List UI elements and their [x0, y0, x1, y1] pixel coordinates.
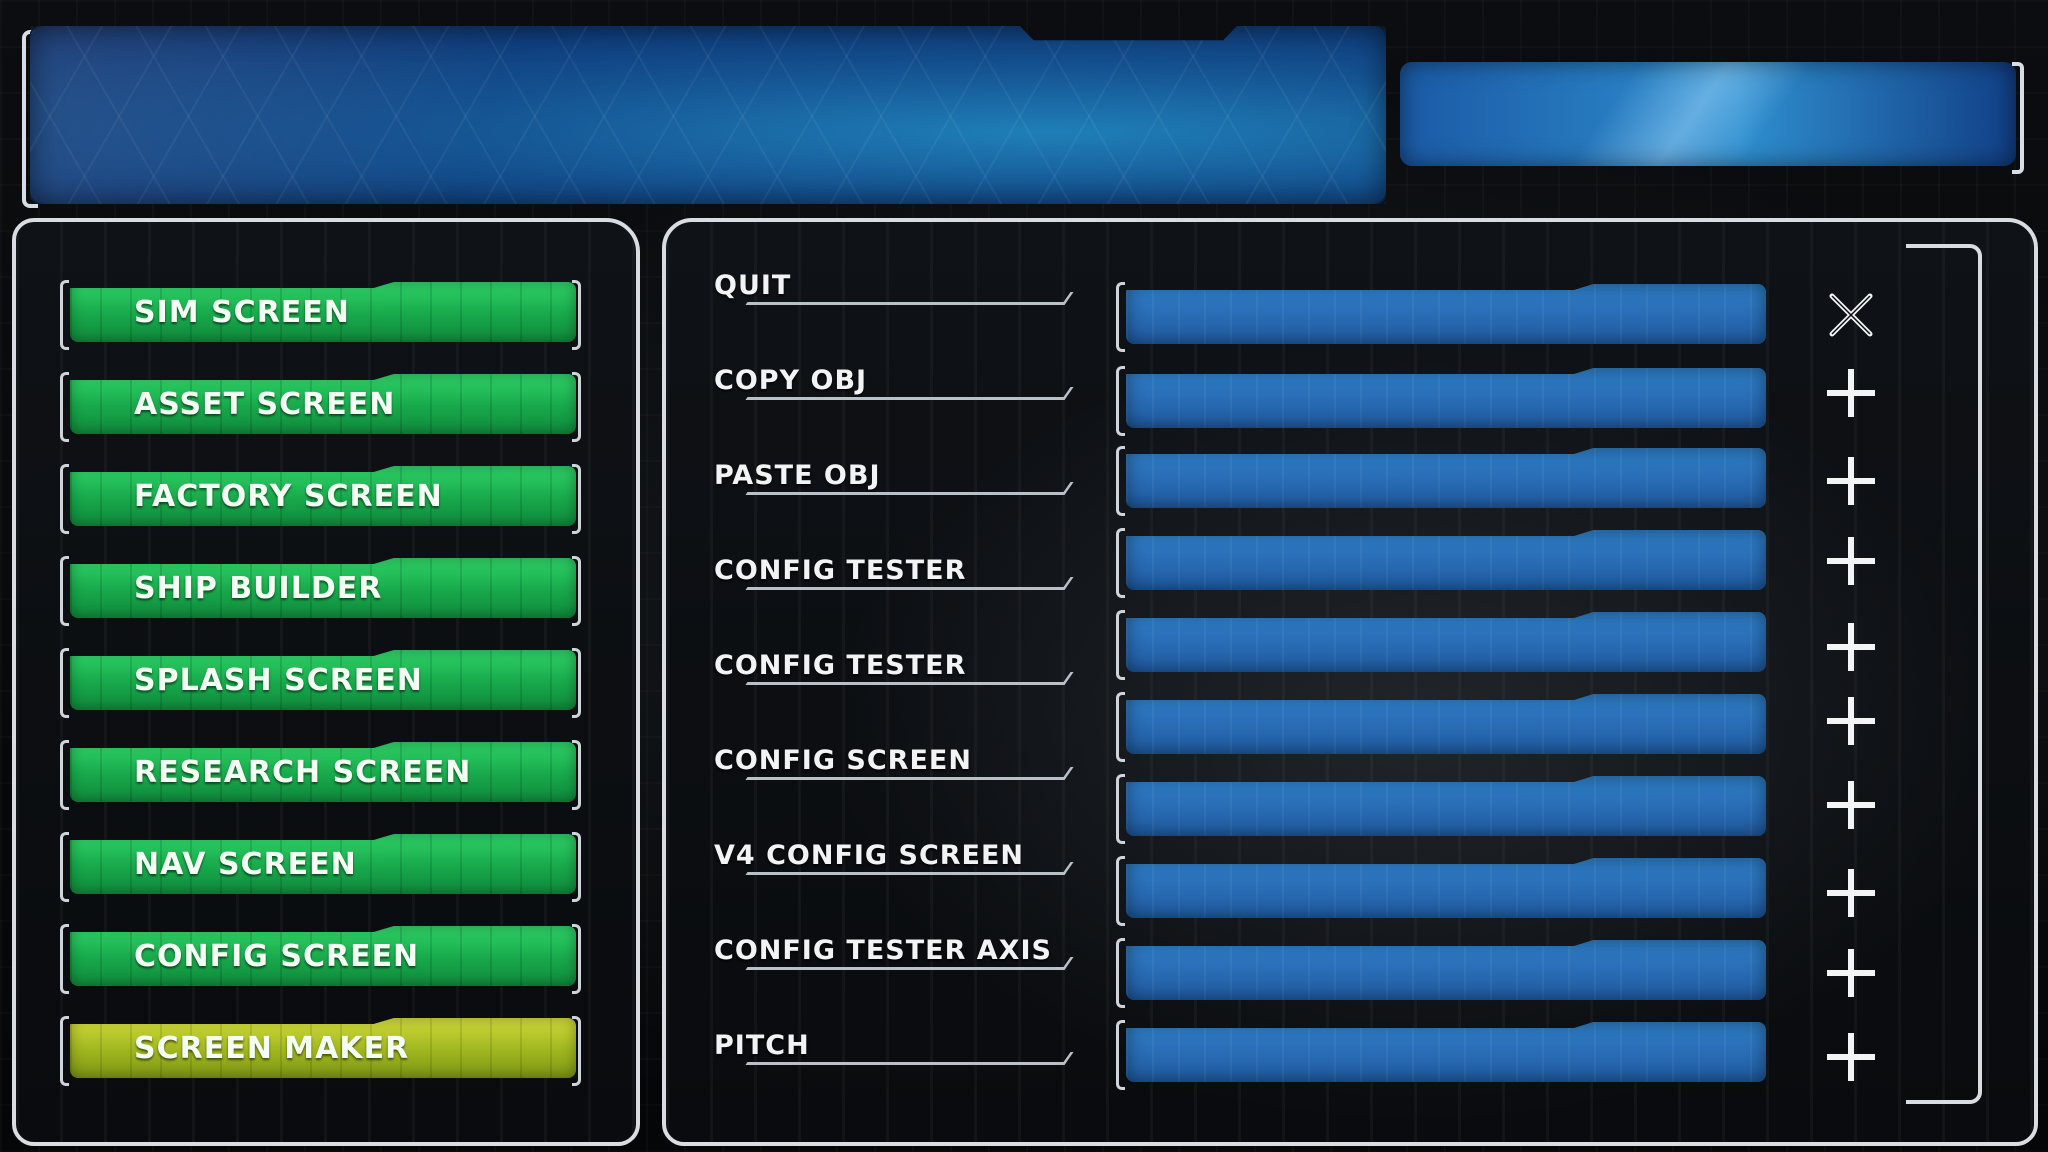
row-underline — [745, 672, 1074, 685]
plus-icon[interactable] — [1826, 536, 1876, 586]
close-icon[interactable] — [1826, 290, 1876, 340]
row-field-extra[interactable] — [1126, 1022, 1766, 1082]
nav-button-ship-builder[interactable]: SHIP BUILDER — [70, 558, 576, 618]
row-underline — [745, 862, 1074, 875]
header-banner — [30, 26, 1386, 204]
nav-bracket — [60, 648, 69, 718]
nav-bracket — [60, 924, 69, 994]
nav-button-asset-screen[interactable]: ASSET SCREEN — [70, 374, 576, 434]
row-underline — [745, 767, 1074, 780]
field-bracket — [1116, 1020, 1125, 1090]
nav-bracket — [60, 740, 69, 810]
header-side-banner-bracket — [2012, 62, 2024, 174]
header-side-banner — [1400, 62, 2016, 166]
row-field-config-tester-2[interactable] — [1126, 612, 1766, 672]
row-underline — [745, 1052, 1074, 1065]
plus-icon[interactable] — [1826, 696, 1876, 746]
nav-bracket — [60, 1016, 69, 1086]
field-bracket — [1116, 366, 1125, 436]
row-field-v4-config-screen[interactable] — [1126, 776, 1766, 836]
nav-button-splash-screen[interactable]: SPLASH SCREEN — [70, 650, 576, 710]
plus-icon[interactable] — [1826, 456, 1876, 506]
nav-button-label: ASSET SCREEN — [134, 386, 396, 422]
nav-bracket — [60, 372, 69, 442]
nav-bracket — [60, 556, 69, 626]
nav-button-label: SCREEN MAKER — [134, 1030, 410, 1066]
nav-button-sim-screen[interactable]: SIM SCREEN — [70, 282, 576, 342]
plus-icon[interactable] — [1826, 868, 1876, 918]
nav-button-config-screen[interactable]: CONFIG SCREEN — [70, 926, 576, 986]
field-bracket — [1116, 692, 1125, 762]
plus-icon[interactable] — [1826, 622, 1876, 672]
field-bracket — [1116, 856, 1125, 926]
row-field-quit[interactable] — [1126, 284, 1766, 344]
nav-button-label: FACTORY SCREEN — [134, 478, 443, 514]
nav-button-label: NAV SCREEN — [134, 846, 357, 882]
nav-bracket — [60, 832, 69, 902]
row-field-config-tester[interactable] — [1126, 530, 1766, 590]
row-underline — [745, 292, 1074, 305]
nav-button-research-screen[interactable]: RESEARCH SCREEN — [70, 742, 576, 802]
nav-button-label: CONFIG SCREEN — [134, 938, 420, 974]
nav-button-label: SPLASH SCREEN — [134, 662, 423, 698]
nav-button-screen-maker[interactable]: SCREEN MAKER — [70, 1018, 576, 1078]
row-field-paste-obj[interactable] — [1126, 448, 1766, 508]
actions-panel-bracket — [1906, 244, 1982, 1104]
row-underline — [745, 957, 1074, 970]
row-underline — [745, 577, 1074, 590]
row-field-config-tester-axis[interactable] — [1126, 858, 1766, 918]
nav-button-label: SHIP BUILDER — [134, 570, 383, 606]
plus-icon[interactable] — [1826, 1032, 1876, 1082]
row-field-pitch[interactable] — [1126, 940, 1766, 1000]
field-bracket — [1116, 446, 1125, 516]
field-bracket — [1116, 610, 1125, 680]
nav-button-label: RESEARCH SCREEN — [134, 754, 472, 790]
nav-bracket — [60, 464, 69, 534]
nav-bracket — [60, 280, 69, 350]
row-underline — [745, 482, 1074, 495]
field-bracket — [1116, 774, 1125, 844]
nav-button-label: SIM SCREEN — [134, 294, 350, 330]
nav-button-nav-screen[interactable]: NAV SCREEN — [70, 834, 576, 894]
plus-icon[interactable] — [1826, 368, 1876, 418]
field-bracket — [1116, 528, 1125, 598]
plus-icon[interactable] — [1826, 780, 1876, 830]
field-bracket — [1116, 282, 1125, 352]
row-field-config-screen[interactable] — [1126, 694, 1766, 754]
field-bracket — [1116, 938, 1125, 1008]
row-underline — [745, 387, 1074, 400]
row-field-copy-obj[interactable] — [1126, 368, 1766, 428]
nav-button-factory-screen[interactable]: FACTORY SCREEN — [70, 466, 576, 526]
plus-icon[interactable] — [1826, 948, 1876, 998]
